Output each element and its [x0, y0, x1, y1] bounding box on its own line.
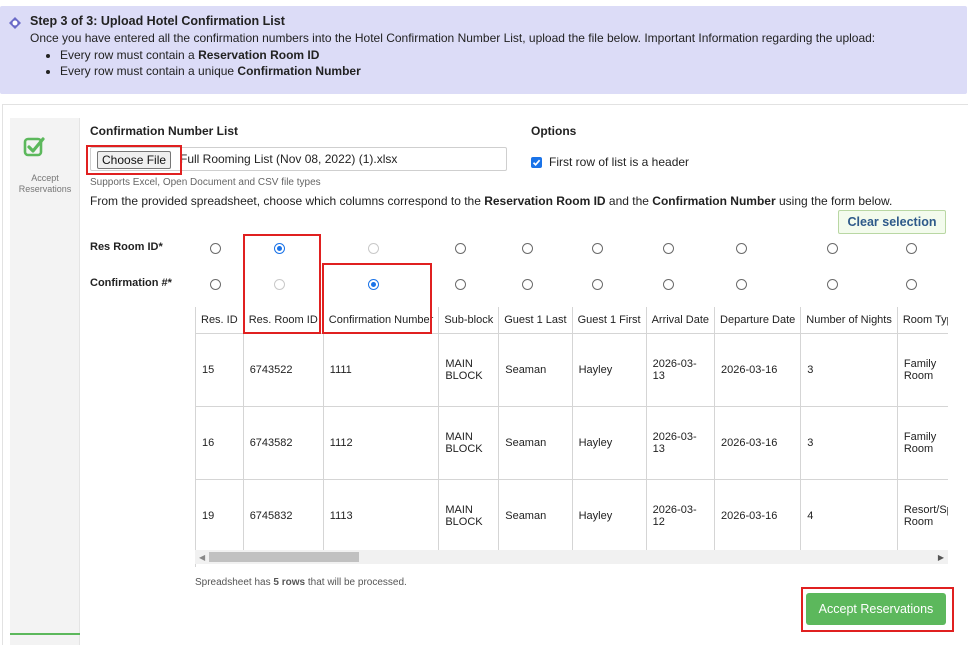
res-room-id-radio-col-nights[interactable]	[827, 243, 838, 254]
header-row-checkbox[interactable]	[531, 157, 542, 168]
mapping-instructions: From the provided spreadsheet, choose wh…	[90, 194, 893, 208]
table-cell: Family Room	[897, 333, 948, 407]
column-header: Res. ID	[196, 307, 244, 334]
table-cell: 1113	[323, 479, 440, 553]
table-cell: 16	[196, 406, 244, 480]
table-cell: MAIN BLOCK	[438, 333, 500, 407]
table-cell: Hayley	[572, 333, 647, 407]
sidebar-step-accept-reservations: Accept Reservations	[10, 118, 80, 645]
res-room-id-radio-col-res-room-id[interactable]	[274, 243, 285, 254]
table-cell: 2026-03-13	[646, 333, 716, 407]
table-cell: Hayley	[572, 406, 647, 480]
confirmation-radio-col-room-type[interactable]	[906, 279, 917, 290]
sidebar-step-label: Accept Reservations	[18, 173, 72, 194]
table-cell: 6743522	[243, 333, 324, 407]
res-room-id-radio-col-confirmation-number[interactable]	[368, 243, 379, 254]
table-cell: Seaman	[498, 479, 573, 553]
table-cell: MAIN BLOCK	[438, 479, 500, 553]
options-title: Options	[531, 124, 577, 138]
table-cell: 2026-03-16	[714, 479, 802, 553]
table-cell: 6745832	[243, 479, 324, 553]
selected-file-name: Full Rooming List (Nov 08, 2022) (1).xls…	[180, 152, 398, 166]
table-cell: Family Room	[897, 406, 948, 480]
confirmation-radio-col-res-id[interactable]	[210, 279, 221, 290]
confirmation-label: Confirmation #*	[90, 277, 172, 289]
table-row: 15 6743522 1111 MAIN BLOCK Seaman Hayley…	[196, 333, 948, 407]
column-header: Confirmation Number	[323, 307, 440, 334]
column-header: Guest 1 Last	[498, 307, 573, 334]
column-header: Sub-block	[438, 307, 500, 334]
column-header: Departure Date	[714, 307, 802, 334]
table-header-row: Res. ID Res. Room ID Confirmation Number…	[196, 307, 948, 334]
table-cell: 19	[196, 479, 244, 553]
table-cell: 4	[800, 479, 898, 553]
step-indicator-icon	[9, 17, 21, 29]
rule-item: Every row must contain a unique Confirma…	[60, 63, 957, 79]
table-cell: 6743582	[243, 406, 324, 480]
section-title: Confirmation Number List	[90, 124, 239, 138]
res-room-id-radio-col-arrival[interactable]	[663, 243, 674, 254]
column-header: Room Type	[897, 307, 948, 334]
table-cell: 15	[196, 333, 244, 407]
table-cell: 2026-03-13	[646, 406, 716, 480]
res-room-id-radio-col-room-type[interactable]	[906, 243, 917, 254]
column-header: Arrival Date	[646, 307, 716, 334]
table-cell: MAIN BLOCK	[438, 406, 500, 480]
column-header: Guest 1 First	[572, 307, 647, 334]
table-cell: 2026-03-12	[646, 479, 716, 553]
table-cell: 2026-03-16	[714, 406, 802, 480]
active-step-bar	[10, 633, 80, 635]
confirmation-radio-col-arrival[interactable]	[663, 279, 674, 290]
upload-rules-list: Every row must contain a Reservation Roo…	[50, 47, 957, 79]
checkbox-checked-icon	[23, 137, 45, 157]
column-header: Number of Nights	[800, 307, 898, 334]
table-row: 19 6745832 1113 MAIN BLOCK Seaman Hayley…	[196, 479, 948, 553]
table-cell: Hayley	[572, 479, 647, 553]
res-room-id-radio-col-res-id[interactable]	[210, 243, 221, 254]
spreadsheet-preview[interactable]: Res. ID Res. Room ID Confirmation Number…	[195, 307, 948, 567]
rule-item: Every row must contain a Reservation Roo…	[60, 47, 957, 63]
res-room-id-radio-col-sub-block[interactable]	[455, 243, 466, 254]
table-cell: Seaman	[498, 406, 573, 480]
horizontal-scrollbar[interactable]: ◀ ▶	[195, 550, 948, 564]
res-room-id-radio-col-guest-last[interactable]	[522, 243, 533, 254]
supported-types-note: Supports Excel, Open Document and CSV fi…	[90, 177, 321, 188]
table-cell: 1111	[323, 333, 440, 407]
step-description: Once you have entered all the confirmati…	[30, 31, 876, 45]
table-cell: Seaman	[498, 333, 573, 407]
table-cell: Resort/Spa Room	[897, 479, 948, 553]
step-banner: Step 3 of 3: Upload Hotel Confirmation L…	[0, 6, 967, 94]
table-cell: 3	[800, 406, 898, 480]
confirmation-radio-col-guest-first[interactable]	[592, 279, 603, 290]
res-room-id-label: Res Room ID*	[90, 241, 163, 253]
confirmation-radio-col-sub-block[interactable]	[455, 279, 466, 290]
scroll-right-arrow-icon[interactable]: ▶	[938, 553, 944, 562]
spreadsheet-table: Res. ID Res. Room ID Confirmation Number…	[196, 307, 948, 553]
column-header: Res. Room ID	[243, 307, 324, 334]
res-room-id-radio-col-guest-first[interactable]	[592, 243, 603, 254]
choose-file-button[interactable]: Choose File	[97, 151, 172, 169]
confirmation-radio-col-departure[interactable]	[736, 279, 747, 290]
scrollbar-thumb[interactable]	[209, 552, 359, 562]
header-row-checkbox-label: First row of list is a header	[549, 155, 690, 169]
row-count-summary: Spreadsheet has 5 rows that will be proc…	[195, 577, 407, 588]
confirmation-radio-col-res-room-id[interactable]	[274, 279, 285, 290]
table-cell: 3	[800, 333, 898, 407]
confirmation-radio-col-nights[interactable]	[827, 279, 838, 290]
table-cell: 1112	[323, 406, 440, 480]
confirmation-radio-col-guest-last[interactable]	[522, 279, 533, 290]
checkmark-icon	[532, 159, 541, 167]
confirmation-radio-col-confirmation-number[interactable]	[368, 279, 379, 290]
table-row: 16 6743582 1112 MAIN BLOCK Seaman Hayley…	[196, 406, 948, 480]
step-title: Step 3 of 3: Upload Hotel Confirmation L…	[30, 14, 285, 28]
res-room-id-radio-col-departure[interactable]	[736, 243, 747, 254]
clear-selection-button[interactable]: Clear selection	[838, 210, 946, 234]
table-cell: 2026-03-16	[714, 333, 802, 407]
scroll-left-arrow-icon[interactable]: ◀	[199, 553, 205, 562]
accept-reservations-button[interactable]: Accept Reservations	[806, 593, 946, 625]
